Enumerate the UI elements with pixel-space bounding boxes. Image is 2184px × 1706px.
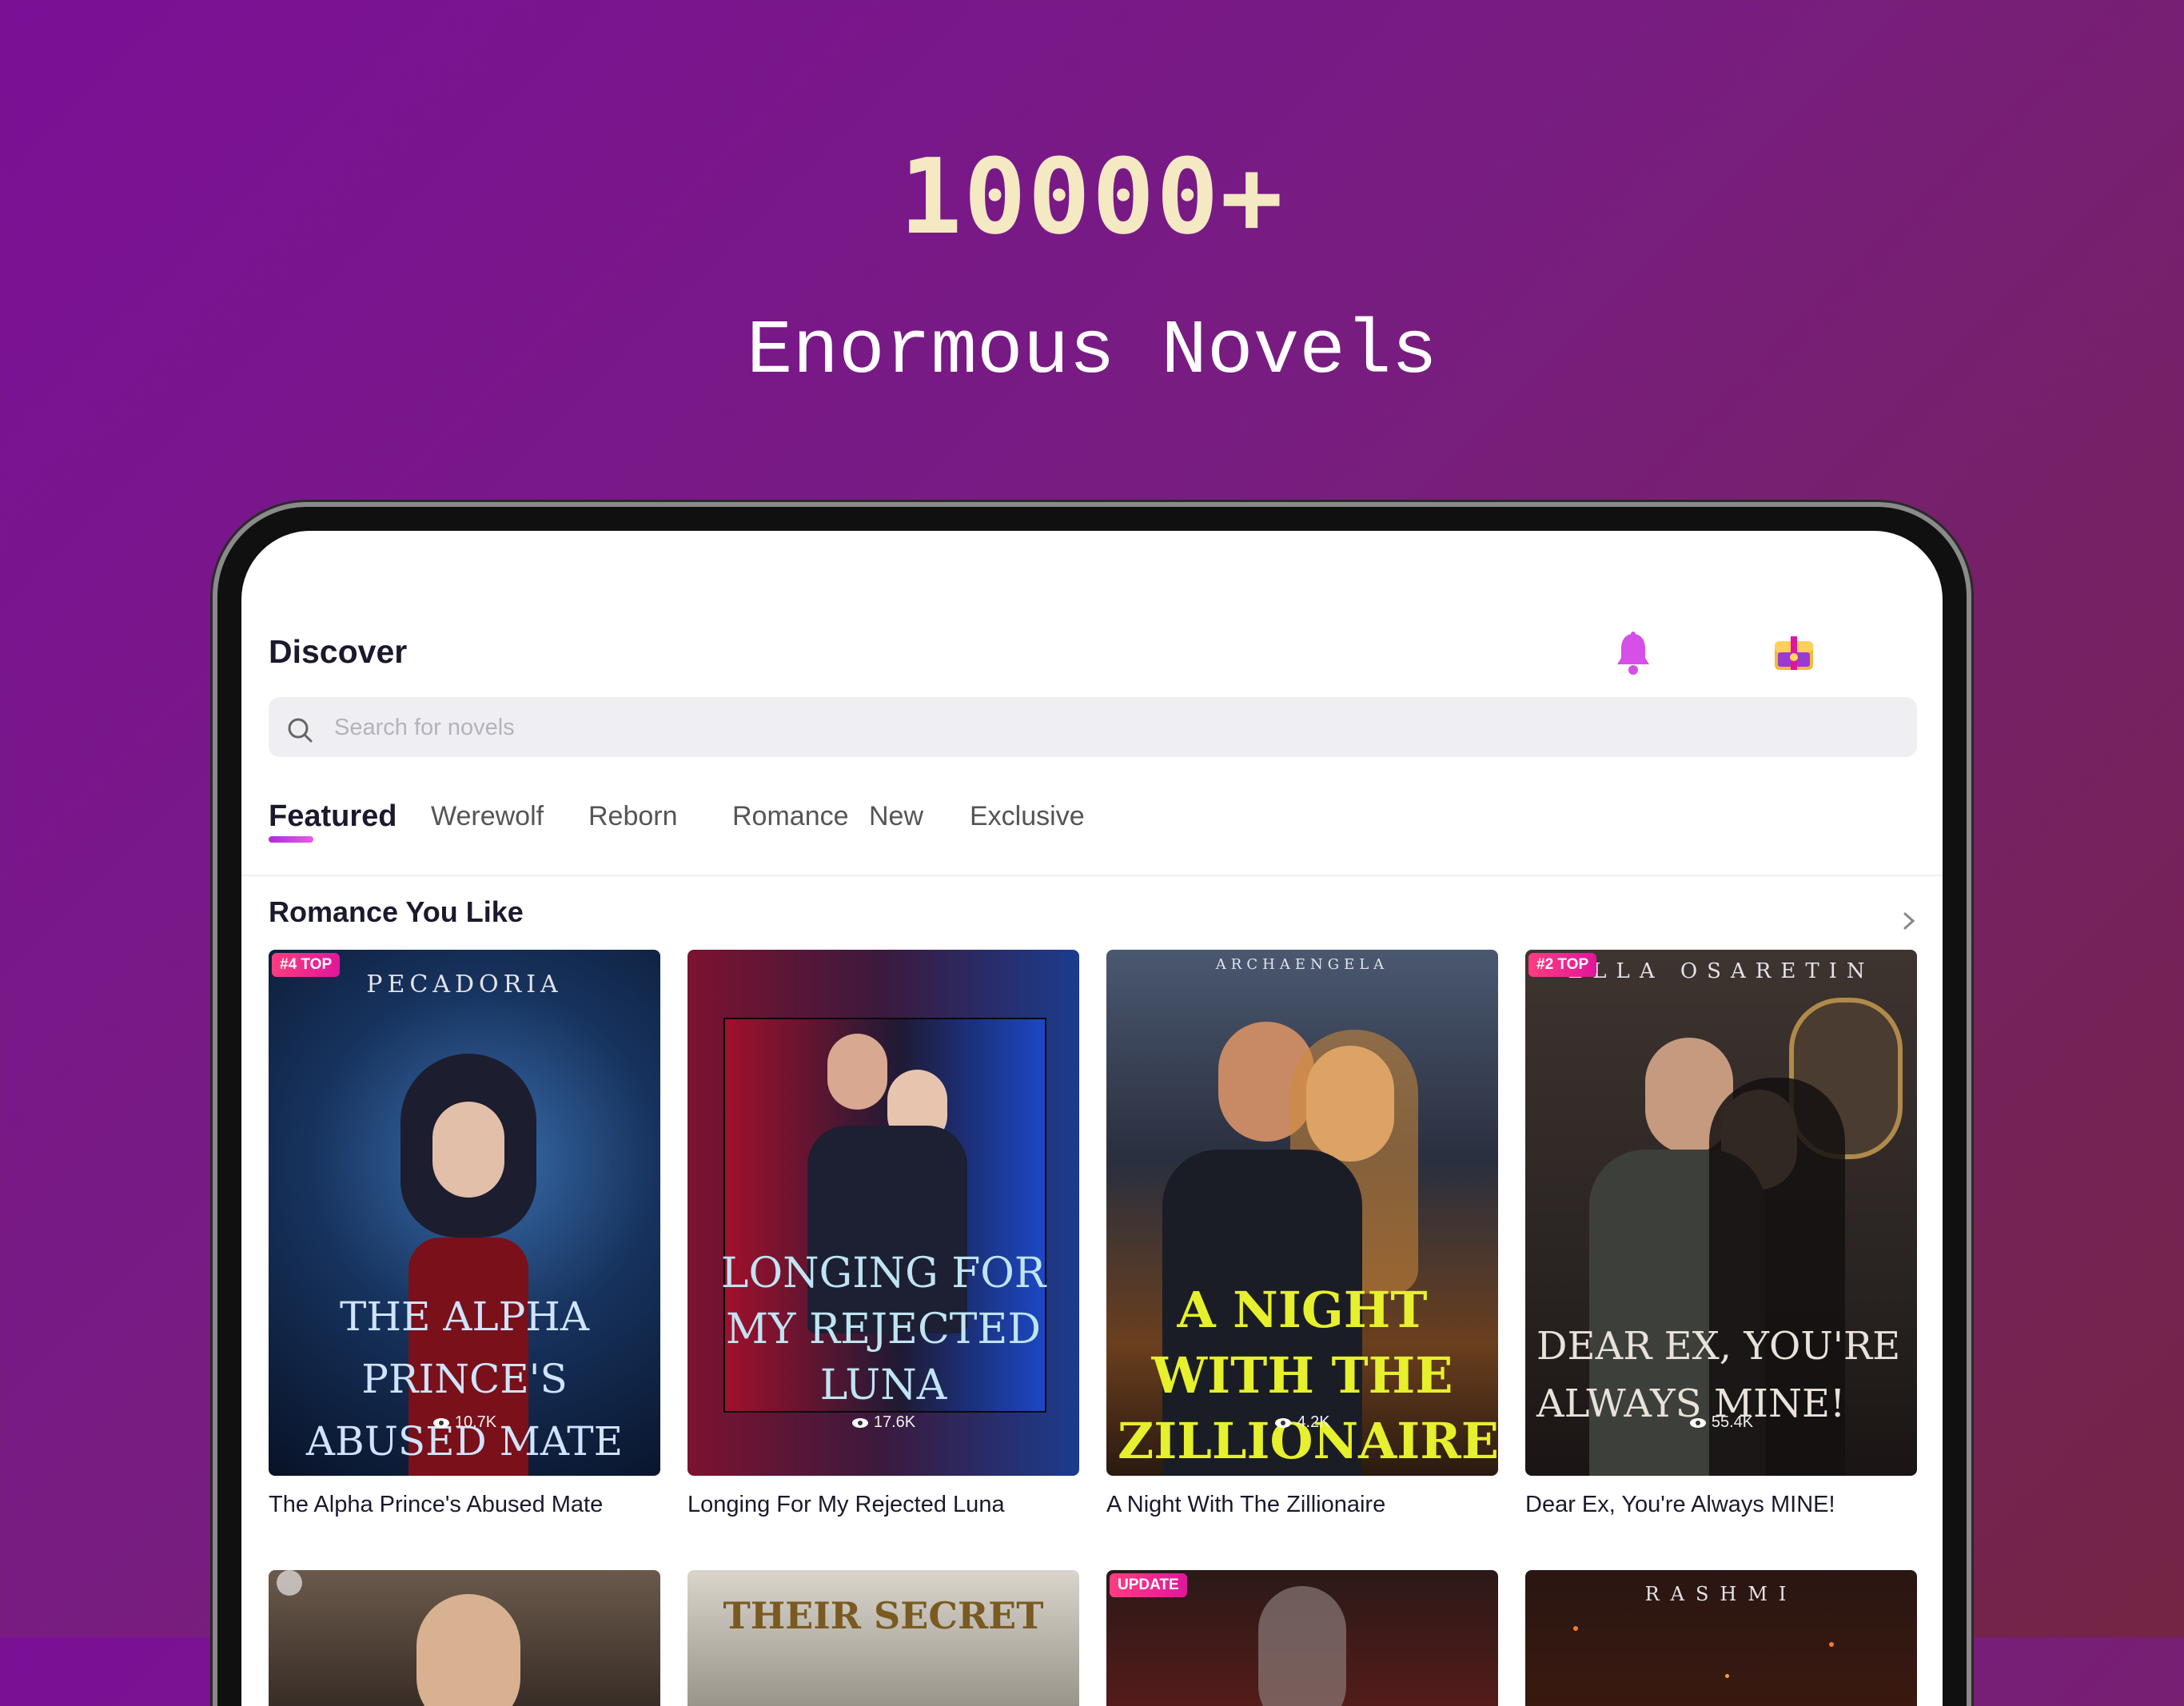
promo-headline: 10000+: [899, 136, 1285, 257]
tab-label: Featured: [269, 799, 397, 833]
book-cover[interactable]: RASHMI: [1525, 1570, 1917, 1706]
eye-icon: [432, 1417, 449, 1428]
book-cover[interactable]: PECADORIA THE ALPHA PRINCE'S ABUSED MATE…: [269, 950, 660, 1476]
promo-subheadline: Enormous Novels: [746, 308, 1438, 395]
view-count: 4.2K: [1106, 1413, 1498, 1432]
cover-title: A NIGHT WITH THE ZILLIONAIRE: [1118, 1281, 1498, 1470]
tab-featured[interactable]: Featured: [269, 799, 397, 843]
book-cover[interactable]: UPDATE: [1106, 1570, 1498, 1706]
tab-reborn[interactable]: Reborn: [588, 801, 678, 832]
search-bar[interactable]: [269, 697, 1917, 759]
bell-icon[interactable]: [1614, 631, 1652, 676]
book-title[interactable]: Dear Ex, You're Always MINE!: [1525, 1492, 1835, 1518]
book-cover[interactable]: [269, 1570, 660, 1706]
book-cover[interactable]: LONGING FOR MY REJECTED LUNA 17.6K: [687, 950, 1079, 1476]
cover-title: LONGING FOR MY REJECTED LUNA: [720, 1250, 1046, 1409]
cover-author: ARCHAENGELA: [1215, 956, 1389, 973]
view-count: 55.4K: [1525, 1413, 1917, 1432]
book-title[interactable]: The Alpha Prince's Abused Mate: [269, 1492, 603, 1518]
cover-title: THE ALPHA PRINCE'S ABUSED MATE: [305, 1293, 624, 1465]
cover-author: RASHMI: [1644, 1583, 1798, 1605]
page-title: Discover: [269, 633, 408, 670]
eye-icon: [851, 1417, 868, 1428]
rank-badge: #2 TOP: [1528, 953, 1597, 977]
tablet-frame: Discover Featured Werewolf: [217, 507, 1967, 1706]
section-title: Romance You Like: [269, 895, 524, 928]
tab-exclusive[interactable]: Exclusive: [970, 801, 1085, 832]
tab-new[interactable]: New: [869, 801, 923, 832]
active-tab-indicator: [269, 836, 313, 843]
app-screen: Discover Featured Werewolf: [241, 531, 1943, 1706]
eye-icon: [1689, 1417, 1706, 1428]
search-icon: [288, 718, 313, 743]
tab-romance[interactable]: Romance: [732, 801, 849, 832]
rank-badge: #4 TOP: [272, 953, 341, 977]
divider: [241, 875, 1943, 876]
tab-werewolf[interactable]: Werewolf: [431, 801, 544, 832]
view-count: 17.6K: [687, 1413, 1079, 1432]
book-cover[interactable]: THEIR SECRET: [687, 1570, 1079, 1706]
book-cover[interactable]: ELLA OSARETIN DEAR EX, YOU'RE ALWAYS MIN…: [1525, 950, 1917, 1476]
view-count: 10.7K: [269, 1413, 660, 1432]
chevron-right-icon[interactable]: [1901, 909, 1917, 933]
book-cover[interactable]: ARCHAENGELA A NIGHT WITH THE ZILLIONAIRE…: [1106, 950, 1498, 1476]
gift-chest-icon[interactable]: [1772, 630, 1816, 675]
search-input[interactable]: [333, 697, 1855, 759]
eye-icon: [1275, 1417, 1292, 1428]
cover-title: THEIR SECRET: [723, 1594, 1044, 1637]
book-title[interactable]: Longing For My Rejected Luna: [687, 1492, 1005, 1518]
book-title[interactable]: A Night With The Zillionaire: [1106, 1492, 1385, 1518]
update-badge: UPDATE: [1110, 1573, 1187, 1597]
